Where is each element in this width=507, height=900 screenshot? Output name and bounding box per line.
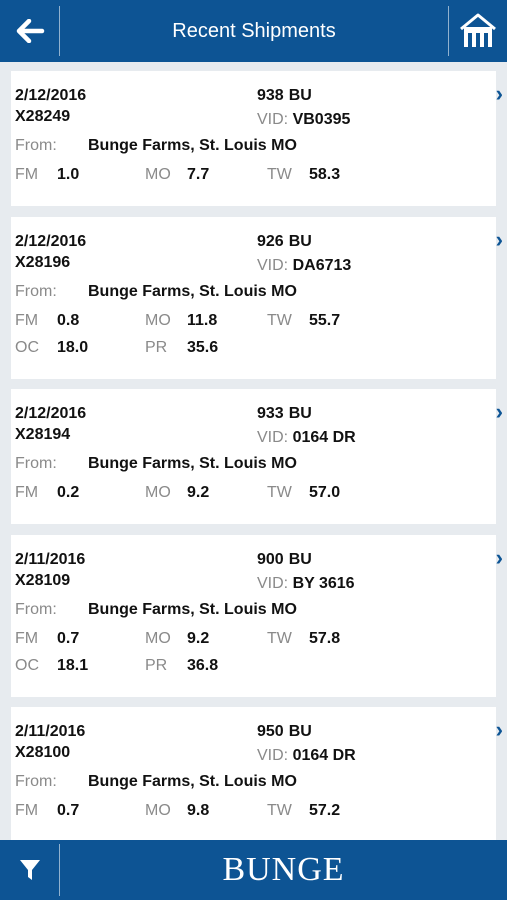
metric-mo: MO 9.2 — [145, 630, 210, 647]
metric-oc: OC 18.1 — [15, 657, 89, 674]
shipment-origin: From: Bunge Farms, St. Louis MO — [15, 455, 297, 472]
vehicle-id: VID: VB0395 — [257, 111, 351, 128]
shipment-date: 2/11/2016 — [15, 723, 86, 740]
page-title: Recent Shipments — [172, 20, 336, 42]
chevron-right-icon[interactable]: › — [496, 227, 503, 253]
shipment-card[interactable]: 2/12/2016 X28196 926 BU VID: DA6713 From:… — [11, 217, 503, 379]
metric-tw: TW 57.8 — [267, 630, 341, 647]
shipment-quantity: 950 BU — [257, 723, 312, 740]
metric-pr: PR 36.8 — [145, 657, 219, 674]
shipment-id: X28196 — [15, 254, 71, 271]
shipment-origin: From: Bunge Farms, St. Louis MO — [15, 283, 297, 300]
shipment-origin: From: Bunge Farms, St. Louis MO — [15, 137, 297, 154]
vehicle-id: VID: DA6713 — [257, 257, 352, 274]
metric-fm: FM 0.2 — [15, 484, 80, 501]
chevron-right-icon[interactable]: › — [496, 399, 503, 425]
shipment-card[interactable]: 2/11/2016 X28100 950 BU VID: 0164 DR From… — [11, 707, 503, 840]
filter-button[interactable] — [0, 840, 59, 900]
shipment-origin: From: Bunge Farms, St. Louis MO — [15, 601, 297, 618]
shipment-date: 2/12/2016 — [15, 405, 87, 422]
chevron-right-icon[interactable]: › — [496, 545, 503, 571]
shipment-date: 2/11/2016 — [15, 551, 86, 568]
metric-mo: MO 7.7 — [145, 166, 210, 183]
vehicle-id: VID: BY 3616 — [257, 575, 355, 592]
bunge-logo: BUNGE — [222, 851, 345, 888]
metric-mo: MO 9.8 — [145, 802, 210, 819]
metric-tw: TW 58.3 — [267, 166, 341, 183]
barn-icon — [460, 13, 496, 47]
shipment-card[interactable]: 2/12/2016 X28194 933 BU VID: 0164 DR From… — [11, 389, 503, 524]
shipment-id: X28100 — [15, 744, 71, 761]
vehicle-id: VID: 0164 DR — [257, 747, 356, 764]
metric-mo: MO 11.8 — [145, 312, 218, 329]
app-footer: BUNGE — [0, 840, 507, 900]
shipment-id: X28194 — [15, 426, 71, 443]
metric-tw: TW 55.7 — [267, 312, 341, 329]
shipment-date: 2/12/2016 — [15, 233, 87, 250]
metric-pr: PR 35.6 — [145, 339, 219, 356]
vehicle-id: VID: 0164 DR — [257, 429, 356, 446]
shipment-id: X28109 — [15, 572, 71, 589]
shipment-card[interactable]: 2/11/2016 X28109 900 BU VID: BY 3616 From… — [11, 535, 503, 697]
shipment-date: 2/12/2016 — [15, 87, 87, 104]
shipment-quantity: 933 BU — [257, 405, 312, 422]
metric-oc: OC 18.0 — [15, 339, 89, 356]
back-button[interactable] — [0, 0, 59, 62]
metric-fm: FM 0.7 — [15, 630, 80, 647]
metric-tw: TW 57.2 — [267, 802, 341, 819]
arrow-left-icon — [16, 19, 44, 43]
filter-icon — [19, 860, 40, 880]
metric-fm: FM 0.7 — [15, 802, 80, 819]
metric-fm: FM 0.8 — [15, 312, 80, 329]
shipment-id: X28249 — [15, 108, 71, 125]
shipment-card[interactable]: 2/12/2016 X28249 938 BU VID: VB0395 From:… — [11, 71, 503, 206]
shipment-quantity: 926 BU — [257, 233, 312, 250]
chevron-right-icon[interactable]: › — [496, 81, 503, 107]
shipment-quantity: 900 BU — [257, 551, 312, 568]
home-button[interactable] — [449, 0, 507, 62]
chevron-right-icon[interactable]: › — [496, 717, 503, 743]
metric-fm: FM 1.0 — [15, 166, 80, 183]
metric-mo: MO 9.2 — [145, 484, 210, 501]
shipment-quantity: 938 BU — [257, 87, 312, 104]
app-header: Recent Shipments — [0, 0, 507, 62]
shipment-list[interactable]: 2/12/2016 X28249 938 BU VID: VB0395 From:… — [0, 62, 507, 840]
shipment-origin: From: Bunge Farms, St. Louis MO — [15, 773, 297, 790]
metric-tw: TW 57.0 — [267, 484, 341, 501]
